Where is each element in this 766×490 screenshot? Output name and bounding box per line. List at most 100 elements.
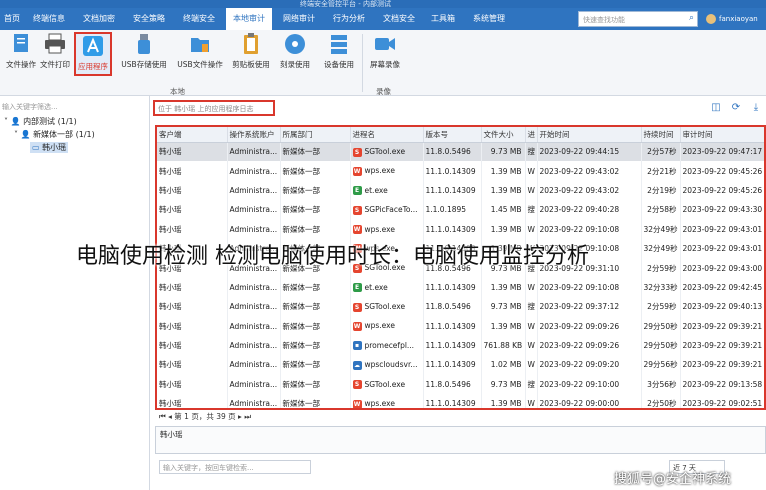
- column-header[interactable]: 所属部门: [280, 127, 351, 143]
- menu-doc-encrypt[interactable]: 文档加密: [76, 8, 122, 30]
- chevron-down-icon[interactable]: ˅: [14, 130, 18, 139]
- table-cell: 11.1.0.14309: [423, 161, 482, 181]
- log-filter-indicator: 位于 韩小瑶 上的应用程序日志: [153, 100, 275, 116]
- process-icon: W: [352, 321, 362, 331]
- table-cell: 韩小瑶: [157, 355, 228, 375]
- table-cell: S SGTool.exe: [350, 297, 424, 317]
- user-menu[interactable]: fanxiaoyan: [706, 8, 758, 30]
- screen-record-label: 屏幕录像: [370, 60, 400, 69]
- table-cell: W: [525, 355, 538, 375]
- column-header[interactable]: 开始时间: [537, 127, 642, 143]
- feature-search-input[interactable]: 快速查找功能 ⌕: [578, 11, 698, 27]
- device-button[interactable]: 设备使用: [318, 32, 360, 76]
- last-page-icon[interactable]: ⏭: [244, 412, 251, 421]
- table-cell: 新媒体一部: [280, 355, 351, 375]
- table-row[interactable]: 韩小瑶 Administra... 新媒体一部 Eet.exe 11.1.0.14309…: [157, 277, 764, 298]
- usb-storage-button[interactable]: USB存储使用: [120, 32, 168, 76]
- tree-node-root-label: 内部测试 (1/1): [23, 117, 77, 126]
- menu-toolbox[interactable]: 工具箱: [424, 8, 462, 30]
- table-cell: 韩小瑶: [157, 335, 228, 356]
- tree-node-dept[interactable]: ˅ 👤 新媒体一部 (1/1): [14, 129, 95, 140]
- layout-icon[interactable]: ◫: [710, 102, 722, 114]
- table-cell: 韩小瑶: [157, 180, 228, 201]
- disc-burn-button[interactable]: 刻录使用: [274, 32, 316, 76]
- search-icon[interactable]: ⌕: [689, 13, 694, 23]
- org-tree-pane: 输入关键字筛选... ˅ 👤 内部测试 (1/1) ˅ 👤 新媒体一部 (1/1…: [0, 96, 150, 490]
- table-cell: 新媒体一部: [280, 335, 351, 356]
- table-cell: 2023-09-22 09:45:26: [680, 161, 764, 181]
- usb-file-button[interactable]: USB文件操作: [176, 32, 224, 76]
- table-cell: Administra...: [227, 394, 281, 408]
- table-body: 韩小瑶 Administra... 新媒体一部 S SGTool.exe 11.8.0.5…: [157, 142, 764, 409]
- group-icon: 👤: [20, 130, 31, 139]
- process-name: wps.exe: [364, 321, 396, 331]
- file-print-button[interactable]: 文件打印: [34, 32, 76, 76]
- column-header[interactable]: 进程名: [350, 127, 424, 143]
- table-cell: 29分56秒: [641, 355, 681, 375]
- process-icon: S: [352, 205, 362, 215]
- table-row[interactable]: 韩小瑶 Administra... 新媒体一部 S SGPicFaceTo... 1.1.…: [157, 200, 764, 220]
- column-header[interactable]: 进: [525, 127, 538, 143]
- process-name: SGTool.exe: [364, 147, 406, 157]
- clipboard-button[interactable]: 剪贴板使用: [230, 32, 272, 76]
- process-name: wps.exe: [364, 399, 396, 409]
- column-header[interactable]: 文件大小: [481, 127, 526, 143]
- menu-network-audit[interactable]: 网络审计: [276, 8, 322, 30]
- table-cell: 1.39 MB: [481, 394, 526, 408]
- next-page-icon[interactable]: ▸: [238, 412, 242, 421]
- chevron-down-icon[interactable]: ˅: [4, 117, 8, 126]
- table-row[interactable]: 韩小瑶 Administra... 新媒体一部 S SGTool.exe 11.8.0.5…: [157, 142, 764, 162]
- table-cell: 11.8.0.5496: [423, 297, 482, 317]
- process-icon: ☁: [352, 360, 362, 370]
- table-cell: 29分50秒: [641, 316, 681, 336]
- column-header[interactable]: 版本号: [423, 127, 482, 143]
- audit-log-pane: 位于 韩小瑶 上的应用程序日志 ◫ ⟳ ⤓ 客户端 操作系统账户 所属部门 进程名 版本号文…: [151, 96, 766, 490]
- tree-node-computer[interactable]: ▭ 韩小瑶: [30, 142, 69, 153]
- table-cell: Wwps.exe: [350, 316, 424, 336]
- table-cell: 2023-09-22 09:37:12: [537, 297, 642, 317]
- menu-terminal-security[interactable]: 终端安全: [176, 8, 222, 30]
- column-header[interactable]: 操作系统账户: [227, 127, 281, 143]
- table-cell: W: [525, 219, 538, 239]
- menu-home[interactable]: 首页: [0, 8, 24, 30]
- table-row[interactable]: 韩小瑶 Administra... 新媒体一部 S SGTool.exe 11.8.0.5…: [157, 297, 764, 317]
- table-row[interactable]: 韩小瑶 Administra... 新媒体一部 Wwps.exe 11.1.0.1430…: [157, 161, 764, 181]
- process-icon: S: [352, 380, 362, 390]
- tree-node-root[interactable]: ˅ 👤 内部测试 (1/1): [4, 116, 77, 127]
- process-icon: E: [352, 283, 362, 293]
- table-cell: W: [525, 316, 538, 336]
- table-cell: S SGPicFaceTo...: [350, 200, 424, 220]
- refresh-icon[interactable]: ⟳: [730, 102, 742, 114]
- prev-page-icon[interactable]: ◂: [168, 412, 172, 421]
- export-icon[interactable]: ⤓: [750, 102, 762, 114]
- menu-system-admin[interactable]: 系统管理: [466, 8, 512, 30]
- table-cell: 2023-09-22 09:43:30: [680, 200, 764, 220]
- menu-terminal-info[interactable]: 终端信息: [26, 8, 72, 30]
- table-row[interactable]: 韩小瑶 Administra... 新媒体一部 ▪ promecefpl... 11.1.…: [157, 335, 764, 356]
- overlay-caption: 电脑使用检测 检测电脑使用时长：电脑使用监控分析: [76, 244, 589, 269]
- usb-file-icon: [191, 38, 209, 52]
- menu-behavior-analysis[interactable]: 行为分析: [326, 8, 372, 30]
- table-row[interactable]: 韩小瑶 Administra... 新媒体一部 Wwps.exe 11.1.0.1430…: [157, 394, 764, 409]
- log-search-input[interactable]: 输入关键字，按回车键检索...: [159, 460, 311, 474]
- table-row[interactable]: 韩小瑶 Administra... 新媒体一部 Wwps.exe 11.1.0.1430…: [157, 316, 764, 336]
- first-page-icon[interactable]: ⏮: [159, 412, 166, 421]
- menu-security-policy[interactable]: 安全策略: [126, 8, 172, 30]
- tree-filter-input[interactable]: 输入关键字筛选...: [0, 100, 148, 114]
- table-row[interactable]: 韩小瑶 Administra... 新媒体一部 S SGTool.exe 11.8.0.5…: [157, 374, 764, 395]
- table-cell: 11.1.0.14309: [423, 219, 482, 239]
- column-header[interactable]: 客户端: [157, 127, 228, 143]
- menu-doc-security[interactable]: 文档安全: [376, 8, 422, 30]
- table-row[interactable]: 韩小瑶 Administra... 新媒体一部 Wwps.exe 11.1.0.1430…: [157, 219, 764, 239]
- table-row[interactable]: 韩小瑶 Administra... 新媒体一部 Eet.exe 11.1.0.14309…: [157, 180, 764, 201]
- column-header[interactable]: 持续时间: [641, 127, 681, 143]
- clipboard-label: 剪贴板使用: [232, 60, 270, 69]
- process-icon: S: [352, 147, 362, 157]
- menu-local-audit[interactable]: 本地审计: [226, 8, 272, 30]
- column-header[interactable]: 审计时间: [680, 127, 764, 143]
- application-button[interactable]: 应用程序: [74, 32, 112, 76]
- table-cell: 搜: [525, 200, 538, 220]
- device-icon: [331, 35, 347, 54]
- screen-record-button[interactable]: 屏幕录像: [364, 32, 406, 76]
- table-row[interactable]: 韩小瑶 Administra... 新媒体一部 ☁ wpscloudsvr... 11.1…: [157, 355, 764, 375]
